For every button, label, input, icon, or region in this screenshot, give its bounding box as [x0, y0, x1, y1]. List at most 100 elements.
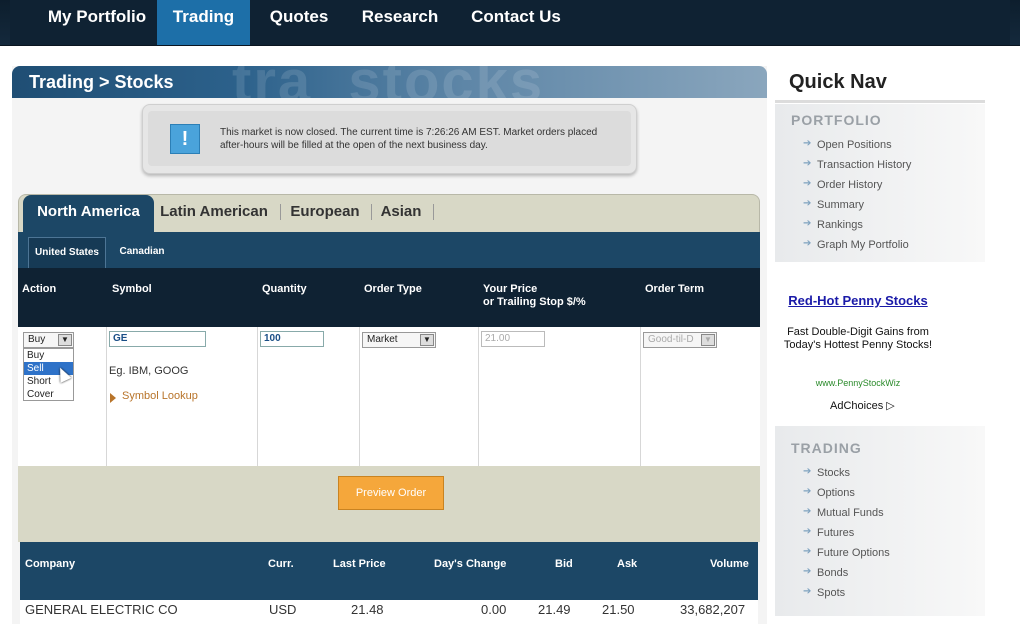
order-form: Buy ▼ GE Eg. IBM, GOOG Symbol Lookup 100…	[18, 327, 760, 466]
col-your-price: Your Price or Trailing Stop $/%	[483, 283, 586, 309]
column-divider	[478, 327, 479, 466]
link-stocks[interactable]: Stocks	[817, 467, 850, 479]
nav-contact-us[interactable]: Contact Us	[462, 0, 570, 45]
chevron-down-icon[interactable]: ▼	[701, 334, 715, 346]
order-form-header: Action Symbol Quantity Order Type Your P…	[18, 268, 760, 327]
link-open-positions[interactable]: Open Positions	[817, 139, 892, 151]
tab-asian[interactable]: Asian	[373, 195, 429, 233]
tab-separator	[433, 204, 434, 220]
arrow-right-icon: ➔	[803, 158, 812, 169]
days-change: 0.00	[481, 602, 507, 617]
col-symbol: Symbol	[112, 283, 152, 295]
qh-ask: Ask	[617, 558, 638, 570]
nav-quotes[interactable]: Quotes	[260, 0, 338, 45]
nav-trading[interactable]: Trading	[157, 0, 250, 45]
ad-choices-link[interactable]: AdChoices ▷	[830, 399, 895, 412]
volume: 33,682,207	[680, 602, 746, 617]
quick-nav-sidebar: Quick Nav PORTFOLIO ➔ Open Positions ➔ T…	[775, 66, 985, 624]
arrow-right-icon: ➔	[803, 178, 812, 189]
region-tabs: North America Latin American European As…	[18, 194, 760, 233]
qh-last-price: Last Price	[333, 558, 386, 570]
col-your-price-line2: or Trailing Stop $/%	[483, 296, 586, 308]
action-select-value: Buy	[28, 334, 46, 345]
arrow-right-icon: ➔	[803, 486, 812, 497]
portfolio-box: PORTFOLIO ➔ Open Positions ➔ Transaction…	[775, 104, 985, 262]
qh-currency: Curr.	[268, 558, 294, 570]
arrow-right-icon: ➔	[803, 586, 812, 597]
quantity-input[interactable]: 100	[260, 331, 324, 347]
order-type-select[interactable]: Market ▼	[362, 332, 436, 348]
market-closed-alert: ! This market is now closed. The current…	[142, 104, 637, 174]
col-quantity: Quantity	[262, 283, 307, 295]
column-divider	[257, 327, 258, 466]
arrow-right-icon: ➔	[803, 198, 812, 209]
bid-price: 21.49	[538, 602, 571, 617]
quick-nav-divider	[775, 100, 985, 103]
link-bonds[interactable]: Bonds	[817, 567, 848, 579]
nav-my-portfolio[interactable]: My Portfolio	[28, 0, 166, 45]
tab-latin-american[interactable]: Latin American	[157, 195, 271, 233]
tab-european[interactable]: European	[283, 195, 367, 233]
link-future-options[interactable]: Future Options	[817, 547, 890, 559]
link-futures[interactable]: Futures	[817, 527, 854, 539]
link-order-history[interactable]: Order History	[817, 179, 882, 191]
qh-company: Company	[25, 558, 76, 570]
alert-inner: ! This market is now closed. The current…	[148, 111, 631, 166]
preview-order-button[interactable]: Preview Order	[338, 476, 444, 510]
currency: USD	[269, 602, 297, 617]
arrow-right-icon: ➔	[803, 526, 812, 537]
tab-separator	[280, 204, 281, 220]
link-summary[interactable]: Summary	[817, 199, 864, 211]
ad-url-link[interactable]: www.PennyStockWiz	[783, 378, 933, 388]
chevron-down-icon[interactable]: ▼	[58, 334, 72, 346]
link-graph-my-portfolio[interactable]: Graph My Portfolio	[817, 239, 909, 251]
quick-nav-title: Quick Nav	[789, 71, 887, 93]
header-watermark: tra stocks	[232, 66, 544, 98]
qh-days-change: Day's Change	[434, 558, 507, 570]
ad-box: Red-Hot Penny Stocks Fast Double-Digit G…	[775, 270, 985, 420]
trading-title: TRADING	[791, 440, 862, 456]
col-order-type: Order Type	[364, 283, 422, 295]
action-select[interactable]: Buy ▼	[23, 332, 74, 348]
link-spots[interactable]: Spots	[817, 587, 845, 599]
order-term-value: Good-til-D	[648, 334, 694, 345]
symbol-lookup-link[interactable]: Symbol Lookup	[122, 390, 198, 402]
column-divider	[106, 327, 107, 466]
link-transaction-history[interactable]: Transaction History	[817, 159, 911, 171]
tab-united-states[interactable]: United States	[28, 237, 106, 268]
preview-zone: Preview Order	[18, 466, 760, 542]
arrow-right-icon: ➔	[803, 238, 812, 249]
ask-price: 21.50	[602, 602, 635, 617]
symbol-hint: Eg. IBM, GOOG	[109, 365, 189, 377]
trading-box: TRADING ➔ Stocks ➔ Options ➔ Mutual Fund…	[775, 426, 985, 616]
last-price: 21.48	[351, 602, 384, 617]
table-row: GENERAL ELECTRIC CO USD 21.48 0.00 21.49…	[20, 600, 758, 624]
link-mutual-funds[interactable]: Mutual Funds	[817, 507, 884, 519]
action-option-buy[interactable]: Buy	[24, 349, 73, 362]
tab-canadian[interactable]: Canadian	[110, 237, 174, 268]
ad-body: Fast Double-Digit Gains from Today's Hot…	[783, 326, 933, 351]
arrow-right-icon: ➔	[803, 138, 812, 149]
price-input[interactable]: 21.00	[481, 331, 545, 347]
symbol-input[interactable]: GE	[109, 331, 206, 347]
order-type-value: Market	[367, 334, 398, 345]
chevron-down-icon[interactable]: ▼	[420, 334, 434, 346]
tab-north-america[interactable]: North America	[23, 195, 154, 233]
link-options[interactable]: Options	[817, 487, 855, 499]
portfolio-title: PORTFOLIO	[791, 112, 882, 128]
quote-table-header: Company Curr. Last Price Day's Change Bi…	[20, 542, 758, 600]
arrow-right-icon	[110, 393, 116, 403]
tab-separator	[371, 204, 372, 220]
arrow-right-icon: ➔	[803, 546, 812, 557]
top-nav: My Portfolio Trading Quotes Research Con…	[0, 0, 1020, 46]
order-term-select[interactable]: Good-til-D ▼	[643, 332, 717, 348]
nav-research[interactable]: Research	[352, 0, 448, 45]
qh-bid: Bid	[555, 558, 573, 570]
col-your-price-line1: Your Price	[483, 283, 538, 295]
arrow-right-icon: ➔	[803, 506, 812, 517]
arrow-right-icon: ➔	[803, 566, 812, 577]
action-option-cover[interactable]: Cover	[24, 388, 73, 401]
arrow-right-icon: ➔	[803, 218, 812, 229]
link-rankings[interactable]: Rankings	[817, 219, 863, 231]
ad-title-link[interactable]: Red-Hot Penny Stocks	[783, 294, 933, 308]
